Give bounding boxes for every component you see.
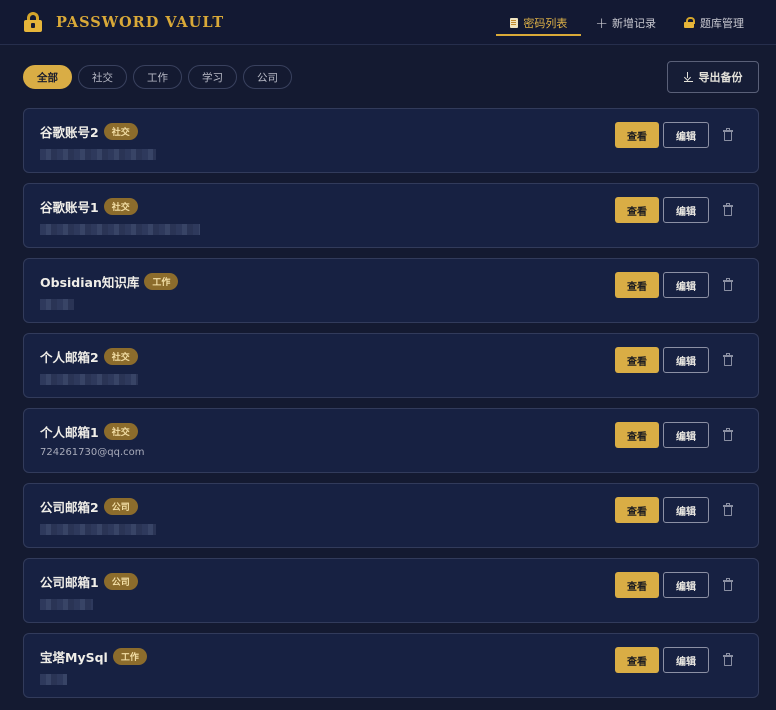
export-label: 导出备份 bbox=[698, 71, 743, 84]
trash-icon[interactable] bbox=[718, 425, 738, 445]
masked-account bbox=[40, 599, 93, 610]
trash-icon[interactable] bbox=[718, 575, 738, 595]
record-list: 谷歌账号2 社交 查看 编辑 谷歌账号1 社交 查看 编辑 Obsidian知识… bbox=[23, 108, 759, 708]
edit-button[interactable]: 编辑 bbox=[663, 197, 709, 223]
edit-button[interactable]: 编辑 bbox=[663, 347, 709, 373]
plus-icon: + bbox=[595, 13, 608, 32]
edit-button[interactable]: 编辑 bbox=[663, 497, 709, 523]
record-title: 谷歌账号2 bbox=[40, 125, 99, 140]
record-card: 宝塔MySql 工作 查看 编辑 bbox=[23, 633, 759, 698]
record-card: 个人邮箱1 社交 724261730@qq.com 查看 编辑 bbox=[23, 408, 759, 473]
filter-work[interactable]: 工作 bbox=[133, 65, 182, 89]
lock-icon bbox=[684, 17, 695, 28]
nav-label: 新增记录 bbox=[612, 16, 656, 30]
masked-account bbox=[40, 224, 200, 235]
record-card: 个人邮箱2 社交 查看 编辑 bbox=[23, 333, 759, 398]
record-title-row: Obsidian知识库 工作 bbox=[40, 272, 179, 291]
record-title-row: 公司邮箱2 公司 bbox=[40, 497, 138, 516]
masked-account bbox=[40, 149, 156, 160]
record-title: 个人邮箱1 bbox=[40, 425, 99, 440]
record-actions: 查看 编辑 bbox=[615, 422, 738, 448]
masked-account bbox=[40, 299, 74, 310]
record-actions: 查看 编辑 bbox=[615, 347, 738, 373]
filter-social[interactable]: 社交 bbox=[78, 65, 127, 89]
lock-icon bbox=[24, 11, 44, 33]
record-title-row: 谷歌账号2 社交 bbox=[40, 122, 138, 141]
edit-button[interactable]: 编辑 bbox=[663, 272, 709, 298]
record-card: Obsidian知识库 工作 查看 编辑 bbox=[23, 258, 759, 323]
trash-icon[interactable] bbox=[718, 275, 738, 295]
download-icon bbox=[683, 72, 693, 82]
record-title: Obsidian知识库 bbox=[40, 275, 140, 290]
trash-icon[interactable] bbox=[718, 200, 738, 220]
category-filters: 全部 社交 工作 学习 公司 bbox=[23, 65, 292, 89]
export-backup-button[interactable]: 导出备份 bbox=[667, 61, 759, 93]
category-tag: 社交 bbox=[103, 423, 138, 440]
trash-icon[interactable] bbox=[718, 125, 738, 145]
record-title: 宝塔MySql bbox=[40, 650, 108, 665]
view-button[interactable]: 查看 bbox=[615, 197, 659, 223]
category-tag: 社交 bbox=[103, 348, 138, 365]
category-tag: 公司 bbox=[103, 573, 138, 590]
document-icon bbox=[510, 17, 519, 28]
brand: PASSWORD VAULT bbox=[24, 11, 224, 33]
filter-all[interactable]: 全部 bbox=[23, 65, 72, 89]
view-button[interactable]: 查看 bbox=[615, 647, 659, 673]
record-actions: 查看 编辑 bbox=[615, 497, 738, 523]
record-title-row: 公司邮箱1 公司 bbox=[40, 572, 138, 591]
record-title-row: 个人邮箱1 社交 bbox=[40, 422, 138, 441]
record-actions: 查看 编辑 bbox=[615, 647, 738, 673]
record-actions: 查看 编辑 bbox=[615, 572, 738, 598]
edit-button[interactable]: 编辑 bbox=[663, 647, 709, 673]
trash-icon[interactable] bbox=[718, 500, 738, 520]
masked-account bbox=[40, 524, 156, 535]
nav-question-bank[interactable]: 题库管理 bbox=[670, 0, 758, 45]
filter-company[interactable]: 公司 bbox=[243, 65, 292, 89]
category-tag: 社交 bbox=[103, 123, 138, 140]
view-button[interactable]: 查看 bbox=[615, 572, 659, 598]
edit-button[interactable]: 编辑 bbox=[663, 422, 709, 448]
view-button[interactable]: 查看 bbox=[615, 497, 659, 523]
view-button[interactable]: 查看 bbox=[615, 347, 659, 373]
nav-label: 题库管理 bbox=[700, 16, 744, 30]
record-actions: 查看 编辑 bbox=[615, 197, 738, 223]
nav-password-list[interactable]: 密码列表 bbox=[496, 0, 582, 45]
category-tag: 工作 bbox=[144, 273, 179, 290]
category-tag: 公司 bbox=[103, 498, 138, 515]
category-tag: 工作 bbox=[112, 648, 147, 665]
edit-button[interactable]: 编辑 bbox=[663, 572, 709, 598]
record-title-row: 宝塔MySql 工作 bbox=[40, 647, 147, 666]
view-button[interactable]: 查看 bbox=[615, 422, 659, 448]
masked-account bbox=[40, 674, 67, 685]
record-title: 公司邮箱2 bbox=[40, 500, 99, 515]
record-card: 公司邮箱2 公司 查看 编辑 bbox=[23, 483, 759, 548]
brand-title: PASSWORD VAULT bbox=[56, 13, 225, 31]
record-card: 谷歌账号2 社交 查看 编辑 bbox=[23, 108, 759, 173]
record-actions: 查看 编辑 bbox=[615, 272, 738, 298]
masked-account bbox=[40, 374, 138, 385]
record-title: 个人邮箱2 bbox=[40, 350, 99, 365]
filter-study[interactable]: 学习 bbox=[188, 65, 237, 89]
view-button[interactable]: 查看 bbox=[615, 272, 659, 298]
record-card: 谷歌账号1 社交 查看 编辑 bbox=[23, 183, 759, 248]
record-account: 724261730@qq.com bbox=[40, 447, 145, 458]
view-button[interactable]: 查看 bbox=[615, 122, 659, 148]
record-title: 公司邮箱1 bbox=[40, 575, 99, 590]
record-actions: 查看 编辑 bbox=[615, 122, 738, 148]
record-title: 谷歌账号1 bbox=[40, 200, 99, 215]
edit-button[interactable]: 编辑 bbox=[663, 122, 709, 148]
main-nav: 密码列表 + 新增记录 题库管理 bbox=[496, 0, 758, 45]
trash-icon[interactable] bbox=[718, 350, 738, 370]
nav-label: 密码列表 bbox=[523, 16, 568, 30]
app-header: PASSWORD VAULT 密码列表 + 新增记录 题库管理 bbox=[0, 0, 776, 45]
category-tag: 社交 bbox=[103, 198, 138, 215]
record-title-row: 个人邮箱2 社交 bbox=[40, 347, 138, 366]
trash-icon[interactable] bbox=[718, 650, 738, 670]
nav-add-record[interactable]: + 新增记录 bbox=[581, 0, 670, 45]
record-title-row: 谷歌账号1 社交 bbox=[40, 197, 138, 216]
record-card: 公司邮箱1 公司 查看 编辑 bbox=[23, 558, 759, 623]
